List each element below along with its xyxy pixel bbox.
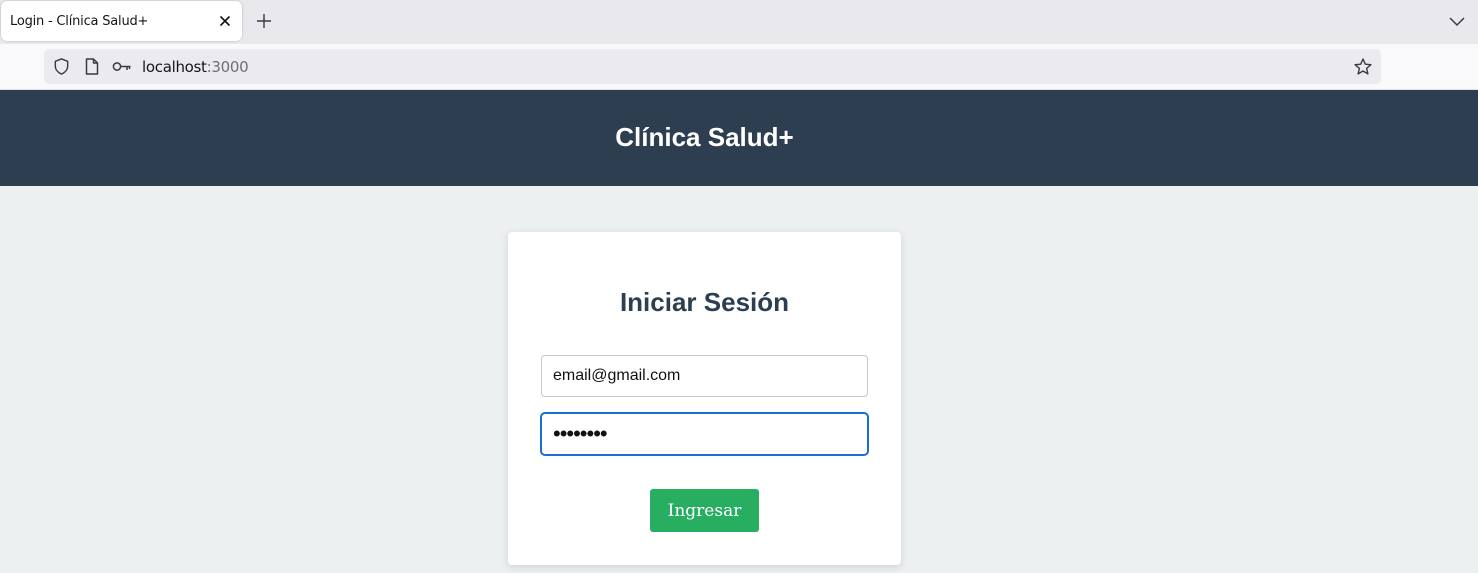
password-value: •••••••• — [553, 421, 608, 446]
login-card: Iniciar Sesión email@gmail.com •••••••• … — [508, 232, 901, 565]
url-text[interactable]: localhost:3000 — [142, 58, 249, 76]
close-icon[interactable] — [215, 11, 235, 31]
chevron-down-icon[interactable] — [1446, 10, 1468, 32]
login-title: Iniciar Sesión — [619, 287, 790, 317]
browser-tab-bar: Login - Clínica Salud+ — [0, 0, 1478, 44]
star-icon[interactable] — [1353, 57, 1373, 77]
browser-nav-bar: localhost:3000 — [0, 44, 1478, 90]
email-value: email@gmail.com — [553, 367, 681, 384]
url-host: localhost — [142, 58, 207, 76]
plus-icon[interactable] — [253, 10, 275, 32]
url-port: :3000 — [206, 58, 249, 76]
url-bar[interactable]: localhost:3000 — [44, 49, 1381, 84]
submit-button[interactable]: Ingresar — [650, 489, 759, 532]
browser-tab[interactable]: Login - Clínica Salud+ — [1, 1, 242, 41]
site-header: Clínica Salud+ — [0, 90, 1478, 186]
email-field[interactable]: email@gmail.com — [541, 355, 868, 397]
key-icon[interactable] — [112, 59, 132, 74]
site-title: Clínica Salud+ — [615, 122, 794, 152]
page-icon[interactable] — [83, 57, 101, 76]
password-field[interactable]: •••••••• — [540, 412, 869, 456]
tab-title: Login - Clínica Salud+ — [10, 14, 149, 29]
shield-icon[interactable] — [52, 57, 71, 76]
